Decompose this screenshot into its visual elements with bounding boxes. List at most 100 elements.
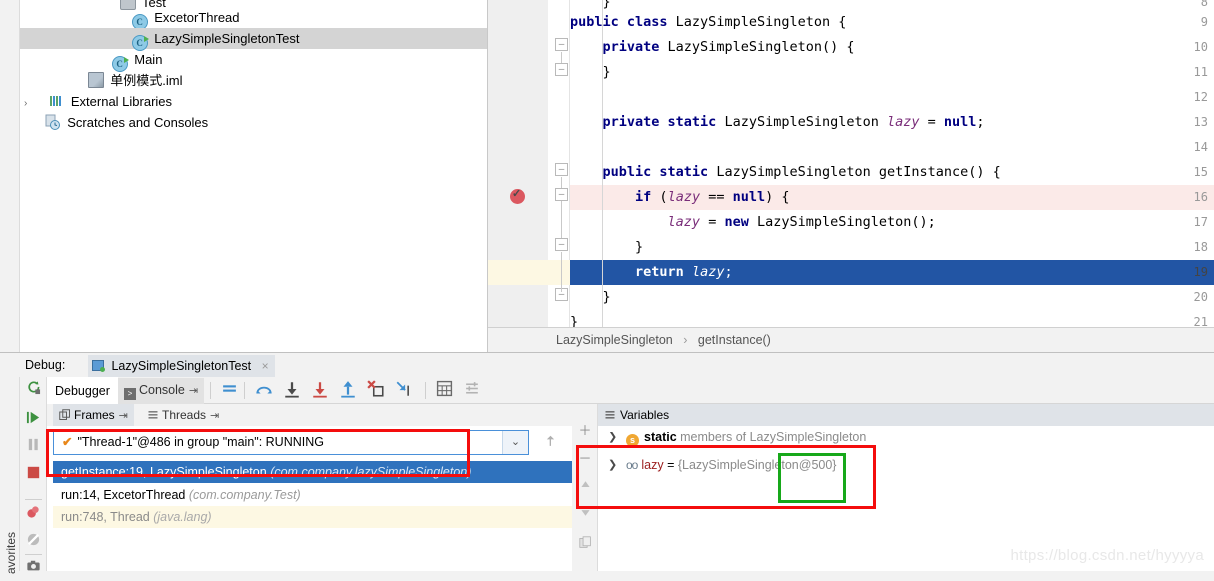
- chevron-down-icon[interactable]: ⌄: [502, 431, 528, 454]
- move-up-icon[interactable]: [572, 474, 598, 500]
- fold-collapse-icon[interactable]: –: [555, 238, 568, 251]
- debug-label: Debug:: [25, 358, 66, 372]
- pin-icon[interactable]: ⇥: [119, 410, 128, 422]
- project-tree-gutter: [0, 0, 20, 352]
- breadcrumb[interactable]: LazySimpleSingleton › getInstance(): [488, 327, 1214, 352]
- add-watch-icon[interactable]: ＋: [572, 418, 598, 444]
- tree-item-label: Main: [134, 52, 163, 67]
- tree-item-label: Scratches and Consoles: [67, 115, 209, 130]
- code-line[interactable]: [570, 135, 1214, 160]
- stack-frame-row[interactable]: run:14, ExcetorThread (com.company.Test): [53, 484, 572, 506]
- step-out-icon[interactable]: [337, 380, 358, 401]
- pause-program-icon[interactable]: [20, 434, 47, 460]
- fold-connector: [561, 177, 562, 239]
- stack-frame-row[interactable]: getInstance:19, LazySimpleSingleton (com…: [53, 461, 572, 483]
- code-editor[interactable]: – – – – – – 8 9 10 11 12 13 14 15 16 17 …: [488, 0, 1214, 352]
- tree-item-external-libraries[interactable]: › External Libraries: [20, 91, 487, 112]
- tab-console[interactable]: > Console ⇥: [118, 378, 205, 404]
- variable-row-lazy[interactable]: ❯ oo lazy = {LazySimpleSingleton@500}: [598, 454, 1214, 476]
- variable-name: static: [644, 432, 677, 444]
- move-down-icon[interactable]: [572, 502, 598, 528]
- fold-collapse-icon[interactable]: –: [555, 63, 568, 76]
- fold-collapse-icon[interactable]: –: [555, 38, 568, 51]
- breadcrumb-class[interactable]: LazySimpleSingleton: [556, 333, 673, 347]
- debug-tool-window: Debug: LazySimpleSingletonTest × avorite…: [0, 352, 1214, 574]
- debug-session-tab[interactable]: LazySimpleSingletonTest ×: [88, 355, 275, 377]
- stop-icon[interactable]: [20, 461, 47, 487]
- toolbar-divider: [244, 382, 245, 399]
- thread-selector[interactable]: ✔ "Thread-1"@486 in group "main": RUNNING…: [53, 430, 529, 455]
- variables-pane[interactable]: Variables ❯ s static members of LazySimpl…: [598, 404, 1214, 571]
- chevron-right-icon[interactable]: ❯: [608, 454, 617, 476]
- pin-icon[interactable]: ⇥: [210, 410, 219, 422]
- code-line[interactable]: [570, 85, 1214, 110]
- code-line[interactable]: if (lazy == null) {: [570, 185, 1214, 210]
- close-icon[interactable]: ×: [262, 359, 269, 373]
- tree-item-label: LazySimpleSingletonTest: [154, 31, 300, 46]
- tab-frames[interactable]: Frames ⇥: [53, 404, 134, 426]
- frames-threads-tabs[interactable]: Frames ⇥ Threads ⇥: [47, 404, 572, 426]
- resume-program-icon[interactable]: [20, 407, 47, 433]
- debug-actions-toolbar[interactable]: [20, 377, 47, 571]
- copy-icon[interactable]: [572, 532, 598, 558]
- favorites-strip[interactable]: avorites: [0, 377, 20, 574]
- variable-value: {LazySimpleSingleton@500}: [677, 458, 837, 472]
- tree-item-excetorthread[interactable]: C ExcetorThread: [20, 7, 487, 30]
- debugger-toolbar[interactable]: Debugger > Console ⇥: [47, 377, 1214, 404]
- library-icon: [48, 93, 64, 109]
- threads-icon: [148, 411, 158, 419]
- static-icon: s: [626, 434, 639, 446]
- step-into-icon[interactable]: [281, 380, 302, 401]
- breadcrumb-method[interactable]: getInstance(): [698, 333, 771, 347]
- pin-icon[interactable]: ⇥: [189, 385, 198, 397]
- fold-collapse-icon[interactable]: –: [555, 188, 568, 201]
- code-line[interactable]: }: [570, 235, 1214, 260]
- stack-frame-row[interactable]: run:748, Thread (java.lang): [53, 506, 572, 528]
- variables-actions-toolbar[interactable]: ＋ －: [572, 404, 598, 571]
- code-line[interactable]: private LazySimpleSingleton() {: [570, 35, 1214, 60]
- tree-item-label: External Libraries: [70, 94, 173, 109]
- chevron-right-icon[interactable]: ›: [24, 93, 33, 114]
- view-breakpoints-icon[interactable]: [20, 502, 47, 528]
- drop-frame-icon[interactable]: [365, 380, 386, 401]
- code-line[interactable]: lazy = new LazySimpleSingleton();: [570, 210, 1214, 235]
- frame-up-icon[interactable]: [539, 434, 561, 452]
- evaluate-expression-icon[interactable]: [434, 380, 455, 401]
- code-line-executing[interactable]: return lazy;: [570, 260, 1214, 285]
- tree-item-main[interactable]: C Main: [20, 49, 487, 72]
- remove-watch-icon[interactable]: －: [572, 446, 598, 472]
- code-line[interactable]: }: [570, 60, 1214, 85]
- frames-pane[interactable]: Frames ⇥ Threads ⇥ ✔ "Thread-1"@486 in grou…: [47, 404, 608, 571]
- code-line[interactable]: }: [570, 285, 1214, 310]
- tab-debugger[interactable]: Debugger: [47, 377, 118, 404]
- camera-icon[interactable]: [20, 555, 47, 581]
- debug-titlebar: Debug: LazySimpleSingletonTest ×: [20, 353, 1214, 377]
- variables-header-label: Variables: [620, 408, 670, 422]
- rerun-icon[interactable]: [20, 377, 47, 403]
- tree-item-lazysimplesingletontest[interactable]: C LazySimpleSingletonTest: [20, 28, 487, 51]
- variable-rest: members of LazySimpleSingleton: [676, 432, 867, 444]
- stack-frame-package: (com.company.lazySimpleSingleton): [270, 465, 472, 479]
- project-tree-panel[interactable]: Test C ExcetorThread C LazySimpleSinglet…: [0, 0, 488, 352]
- code-line[interactable]: private static LazySimpleSingleton lazy …: [570, 110, 1214, 135]
- variable-row-static-members[interactable]: ❯ s static members of LazySimpleSingleton: [598, 432, 1214, 446]
- favorites-label[interactable]: avorites: [4, 514, 18, 574]
- settings-icon[interactable]: [462, 380, 483, 401]
- frames-icon: [59, 409, 70, 420]
- step-over-icon[interactable]: [253, 380, 274, 401]
- tab-frames-label: Frames: [74, 408, 115, 422]
- chevron-right-icon[interactable]: ❯: [608, 432, 617, 443]
- variables-header: Variables: [598, 404, 1214, 426]
- tab-threads[interactable]: Threads ⇥: [141, 404, 225, 426]
- code-line[interactable]: public static LazySimpleSingleton getIns…: [570, 160, 1214, 185]
- fold-collapse-icon[interactable]: –: [555, 163, 568, 176]
- breakpoint-icon[interactable]: [510, 187, 525, 204]
- object-ref-icon: oo: [626, 458, 638, 472]
- force-step-into-icon[interactable]: [309, 380, 330, 401]
- tree-item-iml-file[interactable]: 单例模式.iml: [20, 70, 487, 91]
- code-line[interactable]: public class LazySimpleSingleton {: [570, 10, 1214, 35]
- mute-breakpoints-icon[interactable]: [219, 380, 240, 401]
- console-icon: >: [124, 388, 136, 400]
- run-to-cursor-icon[interactable]: [393, 380, 414, 401]
- tree-item-scratches-and-consoles[interactable]: Scratches and Consoles: [20, 112, 487, 133]
